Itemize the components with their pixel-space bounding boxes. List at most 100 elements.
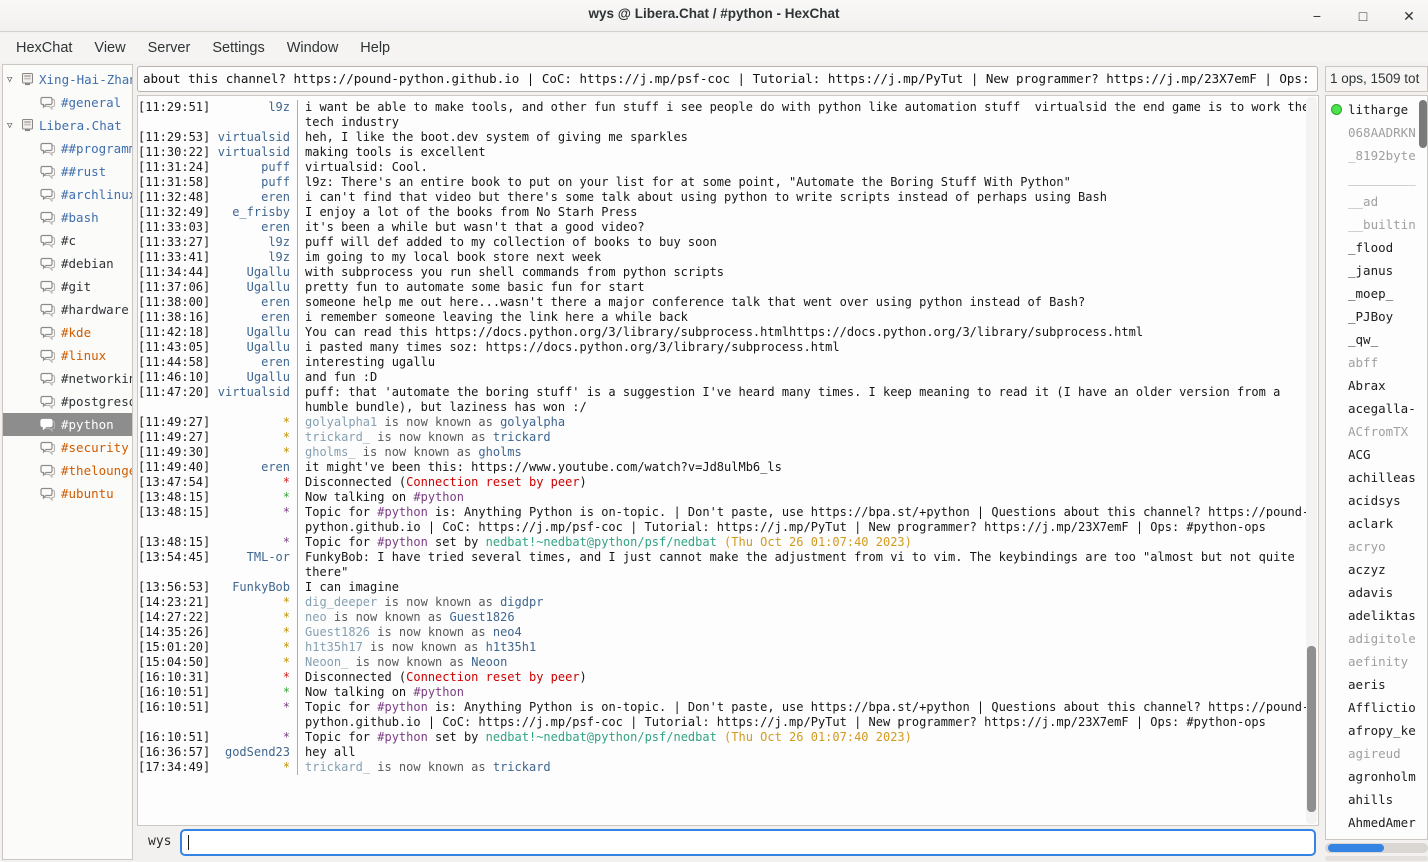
nick: eren xyxy=(214,295,290,310)
channel-label: #kde xyxy=(61,325,91,340)
user-list-item[interactable]: adavis xyxy=(1326,581,1427,604)
sidebar-server-xing-hai-zhan[interactable]: ▽Xing-Hai-Zhan xyxy=(3,68,132,91)
sidebar-server-libera-chat[interactable]: ▽Libera.Chat xyxy=(3,114,132,137)
userlist-hscrollbar-thumb[interactable] xyxy=(1328,844,1384,852)
message-text: Guest1826 is now known as neo4 xyxy=(297,625,1318,640)
chat-line: [17:34:49]*trickard_ is now known as tri… xyxy=(138,760,1318,775)
channel-bubble-icon xyxy=(40,234,56,248)
minimize-icon[interactable]: − xyxy=(1306,5,1328,27)
channel-bubble-icon xyxy=(40,142,56,156)
user-nick: agronholm xyxy=(1348,769,1416,784)
channel-bubble-icon xyxy=(40,349,56,363)
timestamp: [11:49:30] xyxy=(138,445,214,460)
user-nick: 068AADRKN xyxy=(1348,125,1416,140)
menu-settings[interactable]: Settings xyxy=(201,36,275,60)
user-list-item[interactable]: aczyz xyxy=(1326,558,1427,581)
user-list-item[interactable]: ahills xyxy=(1326,788,1427,811)
user-list-item[interactable]: _moep_ xyxy=(1326,282,1427,305)
user-list-item[interactable]: aefinity xyxy=(1326,650,1427,673)
message-input[interactable] xyxy=(180,829,1316,856)
nick: l9z xyxy=(214,250,290,265)
chat-line: [16:10:51]*Topic for #python set by nedb… xyxy=(138,730,1318,745)
user-list-item[interactable]: ACG xyxy=(1326,443,1427,466)
menu-hexchat[interactable]: HexChat xyxy=(5,36,83,60)
user-list-item[interactable]: Abrax xyxy=(1326,374,1427,397)
chevron-down-icon[interactable]: ▽ xyxy=(7,75,21,85)
close-icon[interactable]: ✕ xyxy=(1398,5,1420,27)
bottom-scrollbar-track[interactable] xyxy=(1325,856,1428,861)
sidebar-item--thelounge[interactable]: #thelounge xyxy=(3,459,132,482)
user-list-item[interactable]: _PJBoy xyxy=(1326,305,1427,328)
nick: virtualsid xyxy=(214,130,290,145)
user-list-item[interactable]: AhmedAmer xyxy=(1326,811,1427,834)
sidebar-item--bash[interactable]: #bash xyxy=(3,206,132,229)
sidebar-item--general[interactable]: #general xyxy=(3,91,132,114)
user-list-item[interactable]: __ad xyxy=(1326,190,1427,213)
user-list-item[interactable]: aeris xyxy=(1326,673,1427,696)
sidebar-item--debian[interactable]: #debian xyxy=(3,252,132,275)
user-list-item[interactable]: _________ xyxy=(1326,167,1427,190)
sidebar-item--programmi[interactable]: ##programmi xyxy=(3,137,132,160)
event-star: * xyxy=(214,640,290,655)
menu-view[interactable]: View xyxy=(83,36,136,60)
user-list-item[interactable]: _8192byte xyxy=(1326,144,1427,167)
user-list-item[interactable]: afropy_ke xyxy=(1326,719,1427,742)
event-star: * xyxy=(214,760,290,775)
maximize-icon[interactable]: □ xyxy=(1352,5,1374,27)
sidebar-item--archlinux[interactable]: #archlinux xyxy=(3,183,132,206)
userlist-scrollbar-thumb[interactable] xyxy=(1419,100,1427,148)
user-list-item[interactable]: adigitole xyxy=(1326,627,1427,650)
nick: FunkyBob xyxy=(214,580,290,595)
user-list-item[interactable]: acegalla- xyxy=(1326,397,1427,420)
user-list-item[interactable]: agireud xyxy=(1326,742,1427,765)
sidebar-item--kde[interactable]: #kde xyxy=(3,321,132,344)
message-text: i can't find that video but there's some… xyxy=(297,190,1318,205)
sidebar-item--postgresq[interactable]: #postgresq xyxy=(3,390,132,413)
chat-line: [11:33:41]l9zim going to my local book s… xyxy=(138,250,1318,265)
user-list-item[interactable]: adeliktas xyxy=(1326,604,1427,627)
menu-server[interactable]: Server xyxy=(137,36,202,60)
message-text: I enjoy a lot of the books from No Starh… xyxy=(297,205,1318,220)
timestamp: [11:44:58] xyxy=(138,355,214,370)
user-list-item[interactable]: _janus xyxy=(1326,259,1427,282)
user-list-item[interactable]: litharge xyxy=(1326,98,1427,121)
menu-window[interactable]: Window xyxy=(276,36,350,60)
chat-line: [16:10:31]*Disconnected (Connection rese… xyxy=(138,670,1318,685)
user-list-item[interactable]: achilleas xyxy=(1326,466,1427,489)
sidebar-item--c[interactable]: #c xyxy=(3,229,132,252)
channel-bubble-icon xyxy=(40,395,56,409)
user-list-item[interactable]: acryo xyxy=(1326,535,1427,558)
chat-scrollbar-thumb[interactable] xyxy=(1307,646,1316,812)
user-list-item[interactable]: agronholm xyxy=(1326,765,1427,788)
user-list-item[interactable]: 068AADRKN xyxy=(1326,121,1427,144)
chat-line: [13:47:54]*Disconnected (Connection rese… xyxy=(138,475,1318,490)
user-nick: aclark xyxy=(1348,516,1393,531)
user-list-item[interactable]: _qw_ xyxy=(1326,328,1427,351)
timestamp: [14:23:21] xyxy=(138,595,214,610)
sidebar-item--rust[interactable]: ##rust xyxy=(3,160,132,183)
window-title: wys @ Libera.Chat / #python - HexChat xyxy=(0,6,1428,21)
user-list-item[interactable]: abff xyxy=(1326,351,1427,374)
sidebar-item--security[interactable]: #security xyxy=(3,436,132,459)
user-list-item[interactable]: Afflictio xyxy=(1326,696,1427,719)
user-list-item[interactable]: acidsys xyxy=(1326,489,1427,512)
channel-label: #python xyxy=(61,417,114,432)
user-list-item[interactable]: ACfromTX xyxy=(1326,420,1427,443)
user-list-item[interactable]: aclark xyxy=(1326,512,1427,535)
topic-bar[interactable]: about this channel? https://pound-python… xyxy=(137,66,1318,92)
sidebar-item--hardware[interactable]: #hardware xyxy=(3,298,132,321)
user-list-item[interactable]: _flood xyxy=(1326,236,1427,259)
nick: eren xyxy=(214,460,290,475)
message-text: Disconnected (Connection reset by peer) xyxy=(297,670,1318,685)
sidebar-item--git[interactable]: #git xyxy=(3,275,132,298)
sidebar-item--networkin[interactable]: #networkin xyxy=(3,367,132,390)
sidebar-item--python[interactable]: #python xyxy=(3,413,132,436)
sidebar-item--ubuntu[interactable]: #ubuntu xyxy=(3,482,132,505)
chevron-down-icon[interactable]: ▽ xyxy=(7,121,21,131)
sidebar-item--linux[interactable]: #linux xyxy=(3,344,132,367)
nick: eren xyxy=(214,190,290,205)
chat-line: [11:49:30]*gholms_ is now known as gholm… xyxy=(138,445,1318,460)
menu-help[interactable]: Help xyxy=(349,36,401,60)
chat-line: [11:32:49]e_frisbyI enjoy a lot of the b… xyxy=(138,205,1318,220)
user-list-item[interactable]: __builtin xyxy=(1326,213,1427,236)
